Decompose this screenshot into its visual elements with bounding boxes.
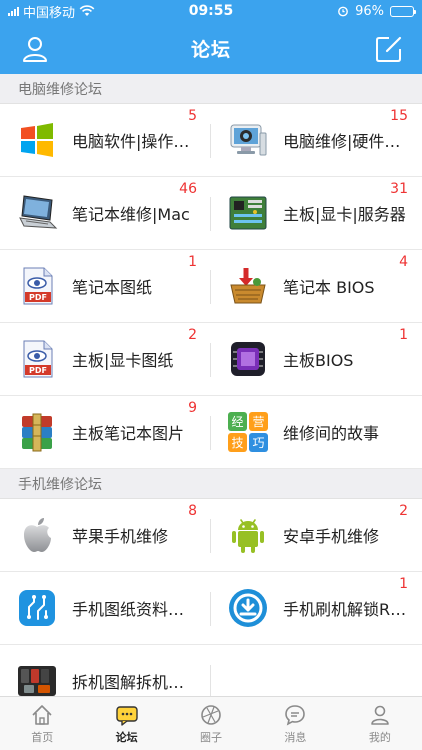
circle-icon	[201, 704, 221, 725]
tab-bar: 首页 论坛 圈子 消息 我的	[0, 696, 422, 750]
windows-icon	[16, 119, 58, 161]
unread-badge: 1	[399, 576, 408, 592]
message-icon	[285, 704, 306, 726]
section-grid-pc: 电脑软件|操作系统 5 电脑维修|硬件维修 15 笔记本维修|Mac 46 主板…	[0, 104, 422, 469]
unread-badge: 8	[188, 503, 197, 519]
android-icon	[227, 514, 269, 556]
laptop-icon	[16, 192, 58, 234]
forum-board-schematics[interactable]: PDF 主板|显卡图纸 2	[0, 323, 211, 396]
alarm-icon	[338, 6, 348, 17]
unread-badge: 5	[188, 108, 197, 124]
forum-label: 主板|显卡图纸	[72, 351, 174, 370]
section-header-pc: 电脑维修论坛	[0, 74, 422, 104]
tab-label: 论坛	[115, 730, 138, 744]
forum-label: 主板BIOS	[283, 351, 354, 370]
tile-char: 技	[231, 436, 243, 450]
chip-icon	[227, 338, 269, 380]
forum-label: 手机刷机解锁ROM	[283, 600, 409, 619]
unread-badge: 2	[188, 327, 197, 343]
user-icon[interactable]	[20, 34, 50, 64]
forum-label: 笔记本图纸	[72, 278, 153, 297]
forum-motherboard[interactable]: 主板|显卡|服务器 31	[211, 177, 422, 250]
forum-icon	[115, 705, 138, 726]
status-left: 中国移动	[8, 2, 211, 21]
forum-teardown[interactable]: 拆机图解拆机视频	[0, 645, 211, 696]
svg-text:PDF: PDF	[29, 366, 47, 375]
svg-text:PDF: PDF	[29, 293, 47, 302]
forum-label: 主板|显卡|服务器	[283, 205, 406, 224]
unread-badge: 31	[390, 181, 408, 197]
forum-iphone-repair[interactable]: 苹果手机维修 8	[0, 499, 211, 572]
signal-icon	[8, 6, 19, 16]
archive-icon	[16, 411, 58, 453]
forum-board-bios[interactable]: 主板BIOS 1	[211, 323, 422, 396]
unread-badge: 2	[399, 503, 408, 519]
forum-board-photos[interactable]: 主板笔记本图片 9	[0, 396, 211, 469]
unread-badge: 9	[188, 400, 197, 416]
unread-badge: 46	[179, 181, 197, 197]
forum-repair-stories[interactable]: 经 营 技 巧 维修间的故事	[211, 396, 422, 469]
tips-tiles-icon: 经 营 技 巧	[227, 411, 269, 453]
home-icon	[32, 704, 52, 725]
section-header-mobile: 手机维修论坛	[0, 469, 422, 499]
basket-download-icon	[227, 265, 269, 307]
forum-label: 安卓手机维修	[283, 527, 380, 546]
battery-percent: 96%	[355, 3, 384, 19]
tab-label: 首页	[31, 730, 54, 744]
tile-char: 营	[252, 415, 264, 429]
forum-pc-hardware[interactable]: 电脑维修|硬件维修 15	[211, 104, 422, 177]
schematic-icon	[16, 587, 58, 629]
profile-icon	[371, 705, 389, 725]
status-right: 96%	[211, 3, 416, 19]
motherboard-icon	[227, 192, 269, 234]
forum-label: 维修间的故事	[283, 424, 380, 443]
battery-icon	[390, 5, 416, 17]
pdf-icon: PDF	[16, 338, 58, 380]
tab-circle[interactable]: 圈子	[169, 697, 253, 750]
forum-label: 电脑维修|硬件维修	[283, 132, 409, 151]
forum-laptop-bios[interactable]: 笔记本 BIOS 4	[211, 250, 422, 323]
tile-char: 经	[231, 415, 243, 429]
forum-phone-flash[interactable]: 手机刷机解锁ROM 1	[211, 572, 422, 645]
tab-forum[interactable]: 论坛	[84, 697, 168, 750]
carrier-label: 中国移动	[23, 5, 76, 21]
wifi-icon	[79, 5, 95, 16]
tab-label: 我的	[368, 730, 391, 744]
forum-label: 笔记本维修|Mac	[72, 205, 190, 224]
forum-label: 笔记本 BIOS	[283, 278, 375, 297]
unread-badge: 15	[390, 108, 408, 124]
tab-home[interactable]: 首页	[0, 697, 84, 750]
forum-list: 电脑维修论坛 电脑软件|操作系统 5 电脑维修|硬件维修 15 笔记本维修|Ma…	[0, 74, 422, 696]
tile-char: 巧	[252, 436, 264, 450]
forum-label: 手机图纸资料下载	[72, 600, 198, 619]
unread-badge: 1	[399, 327, 408, 343]
forum-phone-schematics[interactable]: 手机图纸资料下载	[0, 572, 211, 645]
compose-icon[interactable]	[374, 34, 404, 64]
tab-messages[interactable]: 消息	[253, 697, 337, 750]
unread-badge: 1	[188, 254, 197, 270]
unread-badge: 4	[399, 254, 408, 270]
forum-label: 主板笔记本图片	[72, 424, 185, 443]
forum-android-repair[interactable]: 安卓手机维修 2	[211, 499, 422, 572]
flash-rom-icon	[227, 587, 269, 629]
forum-label: 苹果手机维修	[72, 527, 169, 546]
apple-icon	[16, 514, 58, 556]
tab-label: 消息	[284, 730, 307, 744]
forum-pc-software[interactable]: 电脑软件|操作系统 5	[0, 104, 211, 177]
tab-label: 圈子	[200, 730, 223, 744]
nav-bar: 论坛	[0, 22, 422, 74]
section-grid-mobile: 苹果手机维修 8 安卓手机维修 2 手机图纸资料下载 手机刷机解锁ROM 1 拆…	[0, 499, 422, 696]
pdf-icon: PDF	[16, 265, 58, 307]
tab-profile[interactable]: 我的	[338, 697, 422, 750]
teardown-icon	[16, 660, 58, 696]
status-bar: 中国移动 09:55 96%	[0, 0, 422, 22]
computer-repair-icon	[227, 119, 269, 161]
forum-label: 电脑软件|操作系统	[72, 132, 198, 151]
page-title: 论坛	[190, 38, 231, 61]
forum-label: 拆机图解拆机视频	[72, 673, 198, 692]
forum-laptop-repair[interactable]: 笔记本维修|Mac 46	[0, 177, 211, 250]
forum-laptop-schematics[interactable]: PDF 笔记本图纸 1	[0, 250, 211, 323]
